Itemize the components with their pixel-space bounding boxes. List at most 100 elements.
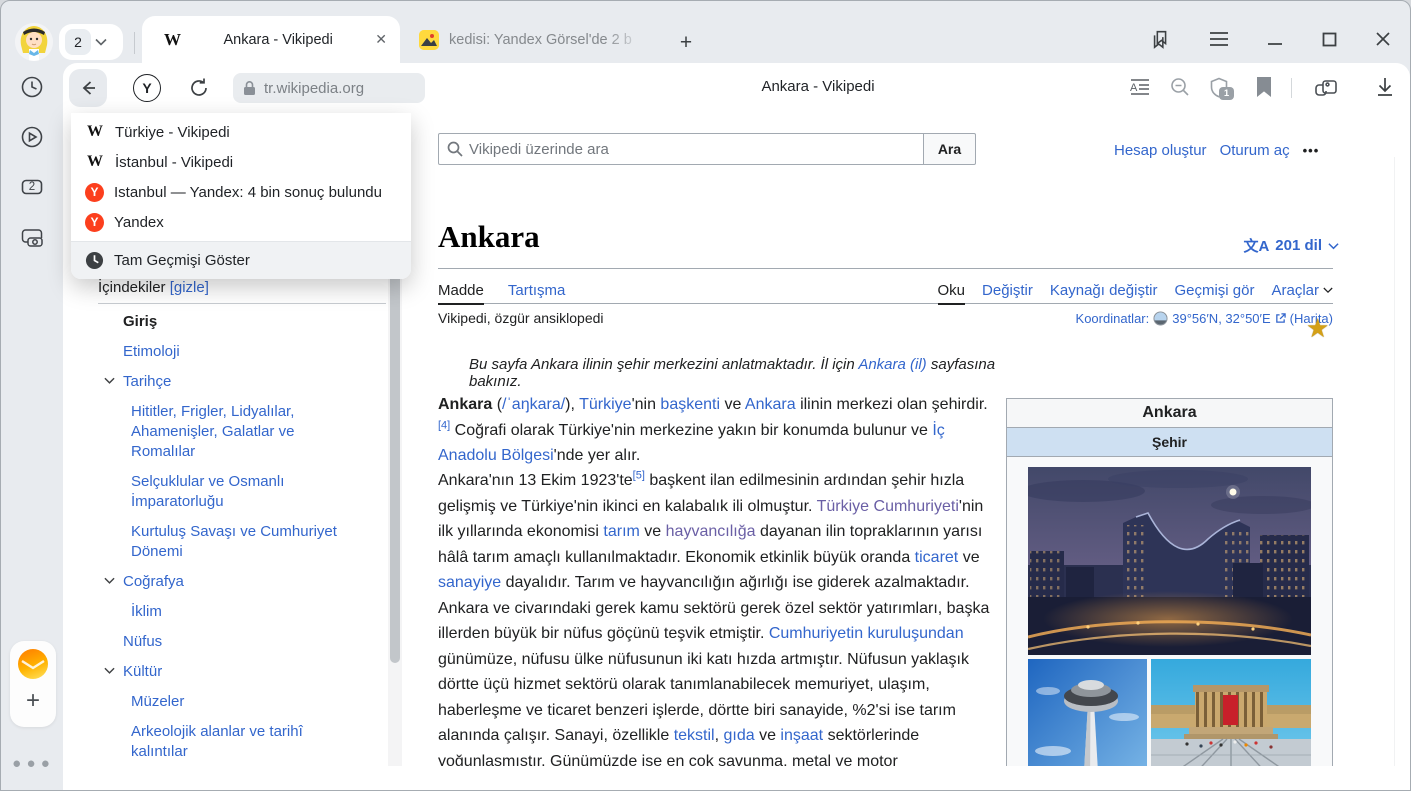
- toc-item-label: Nüfus: [123, 632, 162, 652]
- inline-link[interactable]: Türkiye Cumhuriyeti: [817, 498, 959, 515]
- yandex-app-icon[interactable]: [18, 649, 48, 679]
- close-tab-icon[interactable]: ✕: [375, 31, 387, 48]
- chevron-down-icon: [1323, 287, 1333, 294]
- toc-item[interactable]: Coğrafya: [98, 572, 386, 592]
- inline-link[interactable]: ticaret: [915, 549, 959, 566]
- toc-item[interactable]: Müzeler: [98, 692, 361, 712]
- history-item[interactable]: YYandex: [71, 207, 411, 237]
- tab-ankara-vikipedi[interactable]: W Ankara - Vikipedi ✕: [142, 16, 400, 63]
- toc-item-label: Coğrafya: [123, 572, 184, 592]
- history-item[interactable]: Wİstanbul - Vikipedi: [71, 147, 411, 177]
- wiki-tab-geçmişi-gör[interactable]: Geçmişi gör: [1174, 277, 1254, 304]
- minimize-icon[interactable]: [1263, 27, 1287, 51]
- vertical-scrollbar[interactable]: [1394, 157, 1395, 766]
- inline-link[interactable]: [4]: [438, 419, 450, 431]
- inline-link[interactable]: /ˈaŋkara/: [502, 396, 565, 413]
- screenshot-icon[interactable]: [20, 225, 44, 249]
- infobox-image-skyline-night[interactable]: [1028, 467, 1311, 655]
- wiki-tab-değiştir[interactable]: Değiştir: [982, 277, 1033, 304]
- toc-item[interactable]: Nüfus: [98, 632, 386, 652]
- address-bar[interactable]: tr.wikipedia.org: [233, 73, 425, 103]
- inline-link[interactable]: sanayiye: [438, 574, 501, 591]
- wiki-tab-tartışma[interactable]: Tartışma: [508, 277, 566, 304]
- protect-shield-icon[interactable]: 1: [1207, 76, 1231, 100]
- inline-link[interactable]: Ankara: [745, 396, 796, 413]
- featured-article-star-icon[interactable]: ★: [1306, 313, 1329, 344]
- text-run: ve: [720, 396, 745, 413]
- toc-hide-toggle[interactable]: [gizle]: [170, 279, 209, 296]
- infobox-image-anitkabir[interactable]: [1151, 659, 1311, 766]
- inline-link[interactable]: Cumhuriyetin kuruluşundan: [769, 625, 964, 642]
- history-item[interactable]: YIstanbul — Yandex: 4 bin sonuç bulundu: [71, 177, 411, 207]
- wiki-tab-kaynağı-değiştir[interactable]: Kaynağı değiştir: [1050, 277, 1158, 304]
- show-full-history-item[interactable]: Tam Geçmişi Göster: [71, 242, 411, 279]
- inline-link[interactable]: hayvancılığa: [666, 523, 756, 540]
- text-run: ve: [640, 523, 666, 540]
- divider: [1291, 78, 1292, 98]
- toc-item-label: Tarihçe: [123, 372, 171, 392]
- toc-item[interactable]: Giriş: [98, 312, 386, 332]
- tab-kedisi-yandex-gorsel[interactable]: kedisi: Yandex Görsel'de 2 b: [405, 16, 659, 63]
- show-full-history-label: Tam Geçmişi Göster: [114, 252, 250, 269]
- login-link[interactable]: Oturum aç: [1220, 142, 1290, 159]
- reload-icon[interactable]: [187, 76, 211, 100]
- chevron-down-icon[interactable]: [95, 38, 107, 46]
- language-selector[interactable]: 文A 201 dil: [1168, 235, 1339, 256]
- infobox-image-atakule-tower[interactable]: [1028, 659, 1147, 766]
- wiki-tab-oku[interactable]: Oku: [938, 277, 966, 304]
- back-button[interactable]: [69, 69, 107, 107]
- yandex-logo-icon[interactable]: Y: [133, 74, 161, 102]
- coordinates-label[interactable]: Koordinatlar:: [1076, 311, 1150, 326]
- maximize-icon[interactable]: [1317, 27, 1341, 51]
- tab-group-chip[interactable]: 2: [59, 24, 123, 60]
- toc-item[interactable]: Kurtuluş Savaşı ve Cumhuriyet Dönemi: [98, 522, 361, 562]
- toc-scrollbar[interactable]: [388, 273, 402, 766]
- browser-window: 2 W Ankara - Vikipedi ✕ kedisi: Yandex G…: [0, 0, 1411, 791]
- more-options-icon[interactable]: ● ● ●: [1, 755, 63, 772]
- toc-item[interactable]: Arkeolojik alanlar ve tarihî kalıntılar: [98, 722, 361, 762]
- profile-avatar[interactable]: [15, 23, 53, 61]
- collections-icon[interactable]: [1313, 76, 1337, 100]
- toc-item[interactable]: İklim: [98, 602, 361, 622]
- wiki-search-button[interactable]: Ara: [924, 133, 976, 165]
- inline-link[interactable]: inşaat: [780, 727, 823, 744]
- create-account-link[interactable]: Hesap oluştur: [1114, 142, 1207, 159]
- more-menu-icon[interactable]: •••: [1303, 143, 1320, 158]
- inline-link[interactable]: gıda: [723, 727, 754, 744]
- inline-link[interactable]: tekstil: [674, 727, 715, 744]
- player-icon[interactable]: [20, 125, 44, 149]
- new-tab-button[interactable]: +: [671, 28, 701, 58]
- inline-link[interactable]: Ankara (il): [858, 356, 926, 373]
- wiki-tab-araçlar[interactable]: Araçlar: [1271, 277, 1333, 304]
- zoom-icon[interactable]: [1169, 76, 1193, 100]
- add-widget-icon[interactable]: +: [10, 687, 56, 715]
- history-icon[interactable]: [20, 75, 44, 99]
- tabs-panel-icon[interactable]: [1149, 27, 1173, 51]
- chevron-down-icon[interactable]: [104, 667, 115, 675]
- history-item-label: Türkiye - Vikipedi: [115, 124, 230, 141]
- toc-item[interactable]: Tarihçe: [98, 372, 386, 392]
- wiki-search-box[interactable]: [438, 133, 924, 165]
- tabs-count-icon[interactable]: 2: [20, 175, 44, 199]
- coordinates: Koordinatlar: 39°56′N, 32°50′E (Harita): [1076, 311, 1333, 326]
- inline-link[interactable]: tarım: [603, 523, 639, 540]
- wiki-tab-madde[interactable]: Madde: [438, 277, 484, 304]
- toc-item[interactable]: Etimoloji: [98, 342, 386, 362]
- reader-mode-icon[interactable]: A: [1129, 76, 1153, 100]
- inline-link[interactable]: Türkiye: [579, 396, 631, 413]
- menu-icon[interactable]: [1207, 27, 1231, 51]
- chevron-down-icon[interactable]: [104, 577, 115, 585]
- bookmark-icon[interactable]: [1255, 76, 1279, 100]
- toc-item[interactable]: Selçuklular ve Osmanlı İmparatorluğu: [98, 472, 361, 512]
- inline-link[interactable]: [5]: [633, 470, 645, 482]
- close-window-icon[interactable]: [1371, 27, 1395, 51]
- download-icon[interactable]: [1375, 76, 1399, 100]
- toc-item[interactable]: Hititler, Frigler, Lidyalılar, Ahamenişl…: [98, 402, 361, 462]
- inline-link[interactable]: başkenti: [660, 396, 720, 413]
- toc-scrollbar-thumb[interactable]: [390, 273, 400, 663]
- history-item[interactable]: WTürkiye - Vikipedi: [71, 117, 411, 147]
- toc-item[interactable]: Kültür: [98, 662, 386, 682]
- coordinates-value[interactable]: 39°56′N, 32°50′E: [1172, 311, 1270, 326]
- wiki-search-input[interactable]: [469, 141, 915, 158]
- chevron-down-icon[interactable]: [104, 377, 115, 385]
